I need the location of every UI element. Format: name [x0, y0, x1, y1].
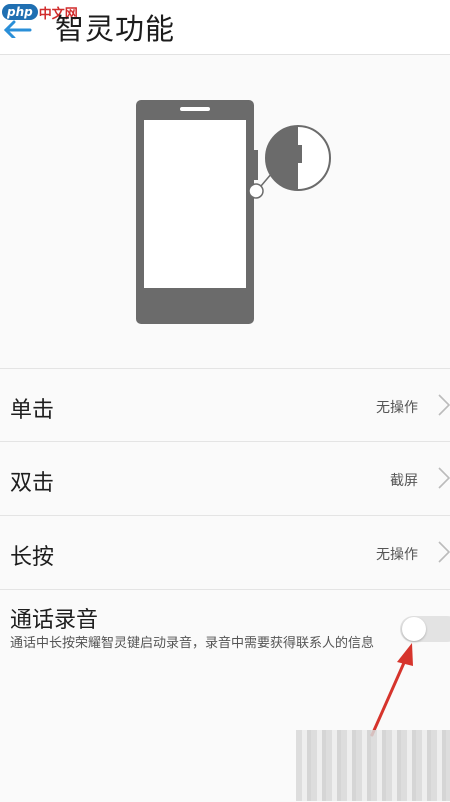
chevron-right-icon	[438, 394, 450, 416]
chevron-right-icon	[438, 541, 450, 563]
call-recording-toggle[interactable]	[400, 616, 450, 642]
setting-row-single-tap[interactable]: 单击 无操作	[0, 368, 450, 442]
watermark-brand: php	[2, 4, 38, 20]
call-recording-description: 通话中长按荣耀智灵键启动录音，录音中需要获得联系人的信息	[10, 636, 375, 651]
phone-illustration-icon	[136, 100, 331, 324]
row-value: 截屏	[390, 473, 418, 489]
setting-row-double-tap[interactable]: 双击 截屏	[0, 441, 450, 515]
row-value: 无操作	[376, 547, 418, 563]
call-recording-title: 通话录音	[10, 608, 99, 633]
row-label: 单击	[10, 398, 55, 423]
row-label: 双击	[10, 471, 55, 496]
toggle-knob	[402, 617, 426, 641]
row-label: 长按	[10, 545, 55, 570]
setting-row-long-press[interactable]: 长按 无操作	[0, 515, 450, 589]
phone-key-illustration	[0, 55, 450, 368]
page-title: 智灵功能	[55, 12, 176, 46]
chevron-right-icon	[438, 467, 450, 489]
blurred-watermark-area	[296, 730, 450, 801]
app-header: php 中文网 智灵功能	[0, 0, 450, 55]
row-value: 无操作	[376, 400, 418, 416]
